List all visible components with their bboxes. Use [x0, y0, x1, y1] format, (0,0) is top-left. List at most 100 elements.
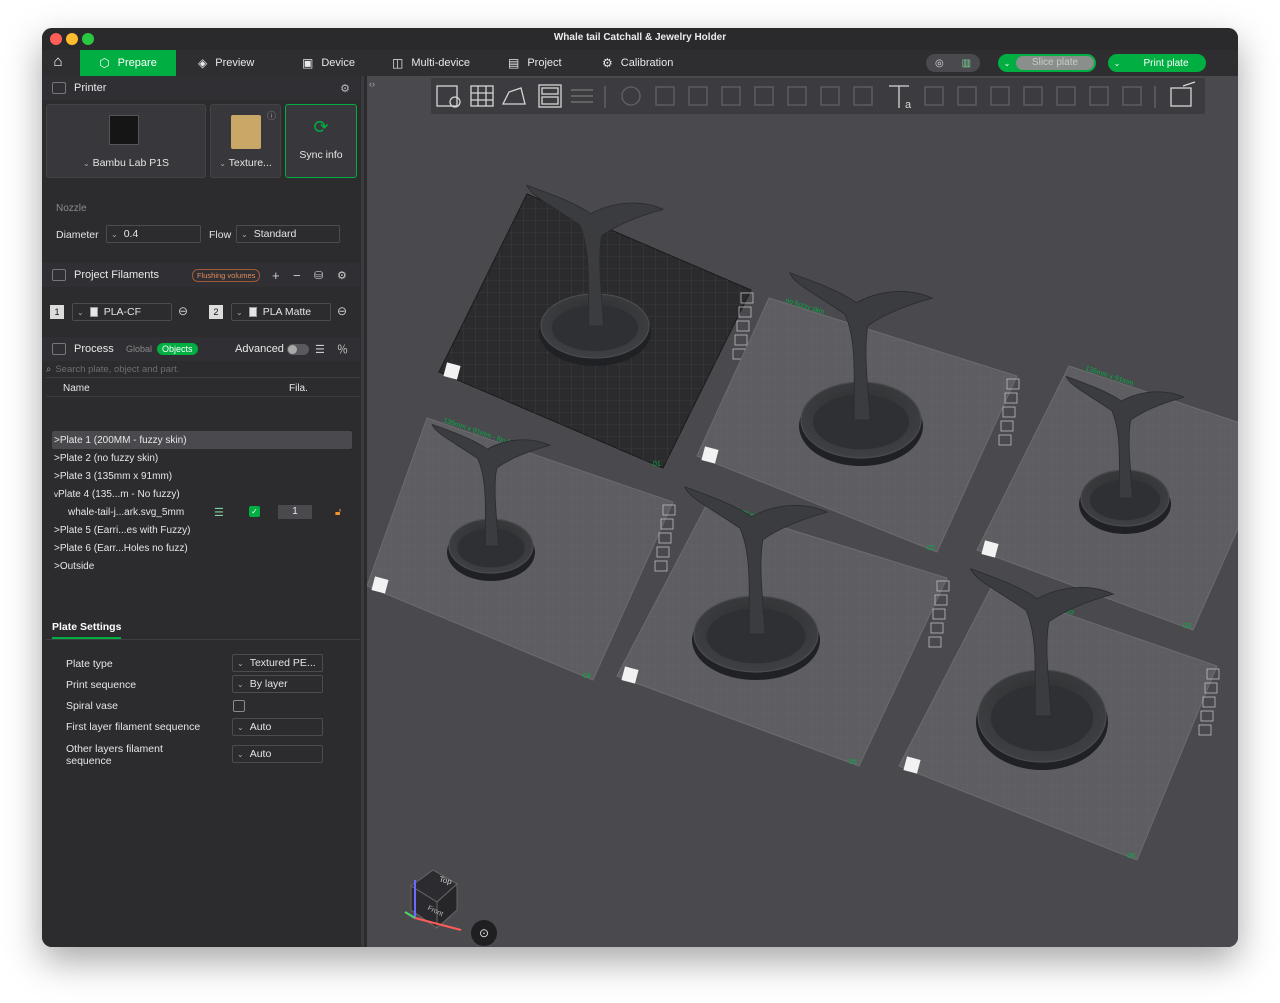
tree-item-outside[interactable]: > Outside: [52, 557, 352, 575]
remove-filament-2-icon[interactable]: ⊖: [337, 304, 347, 318]
plate-tool-icon[interactable]: [1002, 406, 1016, 418]
printer-settings-gear-icon[interactable]: ⚙: [340, 82, 350, 95]
plate-tool-icon[interactable]: [736, 320, 750, 332]
plate-tool-icon[interactable]: [734, 334, 748, 346]
object-search-input[interactable]: ⌕ Search plate, object and part.: [46, 362, 360, 378]
tree-item-object[interactable]: whale-tail-j...ark.svg_5mm ☰ ✓ 1 🔓︎: [52, 503, 352, 521]
tab-multi-device[interactable]: ◫ Multi-device: [382, 50, 480, 76]
home-icon[interactable]: ⌂: [48, 53, 68, 73]
print-dropdown-icon[interactable]: ⌄: [1108, 59, 1126, 68]
object-settings-icon[interactable]: ☰: [214, 506, 224, 519]
build-plate-1[interactable]: 200MM - fuzzy skin01: [438, 184, 754, 469]
tree-item-plate-4[interactable]: v Plate 4 (135...m - No fuzzy): [52, 485, 352, 503]
plate-settings-tab[interactable]: Plate Settings: [52, 621, 122, 639]
plate-tool-icon[interactable]: [1000, 420, 1014, 432]
diameter-value: 0.4: [123, 228, 139, 240]
printer-model-card[interactable]: ⌄ Bambu Lab P1S: [46, 104, 206, 178]
printer-section-header: Printer ⚙: [42, 76, 360, 100]
plate-tool-icon[interactable]: [1200, 710, 1214, 722]
search-icon: ⌕: [46, 364, 52, 375]
plate-tool-icon[interactable]: [656, 546, 670, 558]
tab-device-label: Device: [321, 57, 355, 69]
list-view-icon[interactable]: ☰: [315, 343, 325, 356]
plate-tool-icon[interactable]: [658, 532, 672, 544]
object-printable-checkbox[interactable]: ✓: [249, 506, 260, 517]
tab-device[interactable]: ▣ Device: [292, 50, 365, 76]
tree-item-plate-5[interactable]: > Plate 5 (Earri...es with Fuzzy): [52, 521, 352, 539]
process-section-title: Process: [74, 343, 114, 355]
plate-number-badge: 02: [927, 545, 935, 552]
print-plate-label: Print plate: [1143, 57, 1189, 69]
scope-global-toggle[interactable]: Global: [126, 344, 152, 354]
project-icon: ▤: [508, 56, 520, 70]
compare-icon[interactable]: ％: [337, 341, 348, 357]
tree-item-plate-6[interactable]: > Plate 6 (Earr...Holes no fuzz): [52, 539, 352, 557]
spiral-vase-checkbox[interactable]: [233, 700, 245, 712]
advanced-switch[interactable]: [287, 343, 309, 355]
layout-icon[interactable]: ▥: [962, 58, 971, 69]
filament-select-1[interactable]: ⌄ PLA-CF: [72, 303, 172, 321]
tab-prepare-label: Prepare: [117, 57, 157, 69]
remove-filament-1-icon[interactable]: ⊖: [178, 304, 188, 318]
chevron-down-icon: ⌄: [77, 307, 84, 317]
tab-project[interactable]: ▤ Project: [498, 50, 572, 76]
tree-item-plate-3[interactable]: > Plate 3 (135mm x 91mm): [52, 467, 352, 485]
advanced-label: Advanced: [235, 343, 284, 355]
tab-calibration[interactable]: ⚙ Calibration: [592, 50, 683, 76]
flow-select[interactable]: ⌄ Standard: [236, 225, 340, 243]
target-icon[interactable]: ◎: [935, 58, 944, 69]
3d-viewport[interactable]: ‹› a 01 no fuzzy skin 02 135mm x 91mm 03…: [367, 76, 1238, 947]
add-filament-icon[interactable]: +: [272, 268, 280, 283]
chevron-down-icon: ⌄: [237, 658, 244, 668]
view-toggle-group[interactable]: ◎ ▥: [926, 54, 980, 72]
view-cube[interactable]: Top Front: [401, 864, 462, 931]
plate-number-badge: 03: [1183, 623, 1191, 630]
object-filament-select[interactable]: 1: [278, 505, 312, 519]
plate-tool-icon[interactable]: [654, 560, 668, 572]
camera-reset-button[interactable]: ⊙: [471, 920, 497, 946]
build-plate-4[interactable]: 135mm x 91mm - No fuzzy04: [367, 417, 676, 681]
plate-tool-icon[interactable]: [1202, 696, 1216, 708]
other-layers-sequence-select[interactable]: ⌄ Auto: [232, 745, 323, 763]
plate-number-badge: 06: [1127, 853, 1135, 860]
diameter-select[interactable]: ⌄ 0.4: [106, 225, 201, 243]
plate-tool-icon[interactable]: [998, 434, 1012, 446]
plate-tool-icon[interactable]: [928, 636, 942, 648]
filament-sync-icon[interactable]: ⛁: [314, 269, 323, 282]
tree-item-plate-2[interactable]: > Plate 2 (no fuzzy skin): [52, 449, 352, 467]
flushing-volumes-button[interactable]: Flushing volumes: [192, 268, 261, 282]
window-title: Whale tail Catchall & Jewelry Holder: [553, 32, 727, 43]
tab-preview[interactable]: ◈ Preview: [188, 50, 264, 76]
plate-tool-icon[interactable]: [930, 622, 944, 634]
plate-image: [231, 115, 261, 149]
sync-info-button[interactable]: ⟳ Sync info: [285, 104, 357, 178]
sync-info-label: Sync info: [299, 149, 343, 161]
plate-tool-icon[interactable]: [1198, 724, 1212, 736]
info-icon[interactable]: ⓘ: [267, 109, 276, 122]
multi-device-icon: ◫: [392, 56, 404, 70]
slice-plate-button[interactable]: ⌄ Slice plate: [998, 54, 1096, 72]
layers-icon: ◈: [198, 56, 208, 70]
first-layer-sequence-select[interactable]: ⌄ Auto: [232, 718, 323, 736]
plate-tool-icon[interactable]: [932, 608, 946, 620]
print-plate-button[interactable]: ⌄ Print plate: [1108, 54, 1206, 72]
build-plates-scene[interactable]: 200MM - fuzzy skin01no fuzzy skin02135mm…: [367, 76, 1238, 947]
filament-slot-2[interactable]: 2 ⌄ PLA Matte ⊖: [209, 303, 359, 323]
col-fila-header: Fila.: [289, 383, 308, 394]
tree-item-plate-1[interactable]: > Plate 1 (200MM - fuzzy skin): [52, 431, 352, 449]
filament-settings-gear-icon[interactable]: ⚙: [337, 269, 347, 282]
filament-select-2[interactable]: ⌄ PLA Matte: [231, 303, 331, 321]
plate-type-card[interactable]: ⓘ ⌄ Texture...: [210, 104, 281, 178]
remove-filament-icon[interactable]: −: [293, 268, 301, 283]
lock-icon[interactable]: 🔓︎: [335, 507, 341, 518]
chevron-down-icon: ⌄: [236, 307, 243, 317]
filament-slot-1[interactable]: 1 ⌄ PLA-CF ⊖: [50, 303, 200, 323]
scope-objects-toggle[interactable]: Objects: [157, 343, 198, 355]
tree-item-label: Plate 2 (no fuzzy skin): [59, 452, 159, 464]
plate-type-setting-select[interactable]: ⌄ Textured PE...: [232, 654, 323, 672]
tab-prepare[interactable]: ⬡ Prepare: [80, 50, 176, 76]
print-sequence-select[interactable]: ⌄ By layer: [232, 675, 323, 693]
slice-dropdown-icon[interactable]: ⌄: [998, 59, 1016, 68]
filament-name-2: PLA Matte: [262, 306, 312, 318]
filament-index-2: 2: [209, 305, 223, 319]
